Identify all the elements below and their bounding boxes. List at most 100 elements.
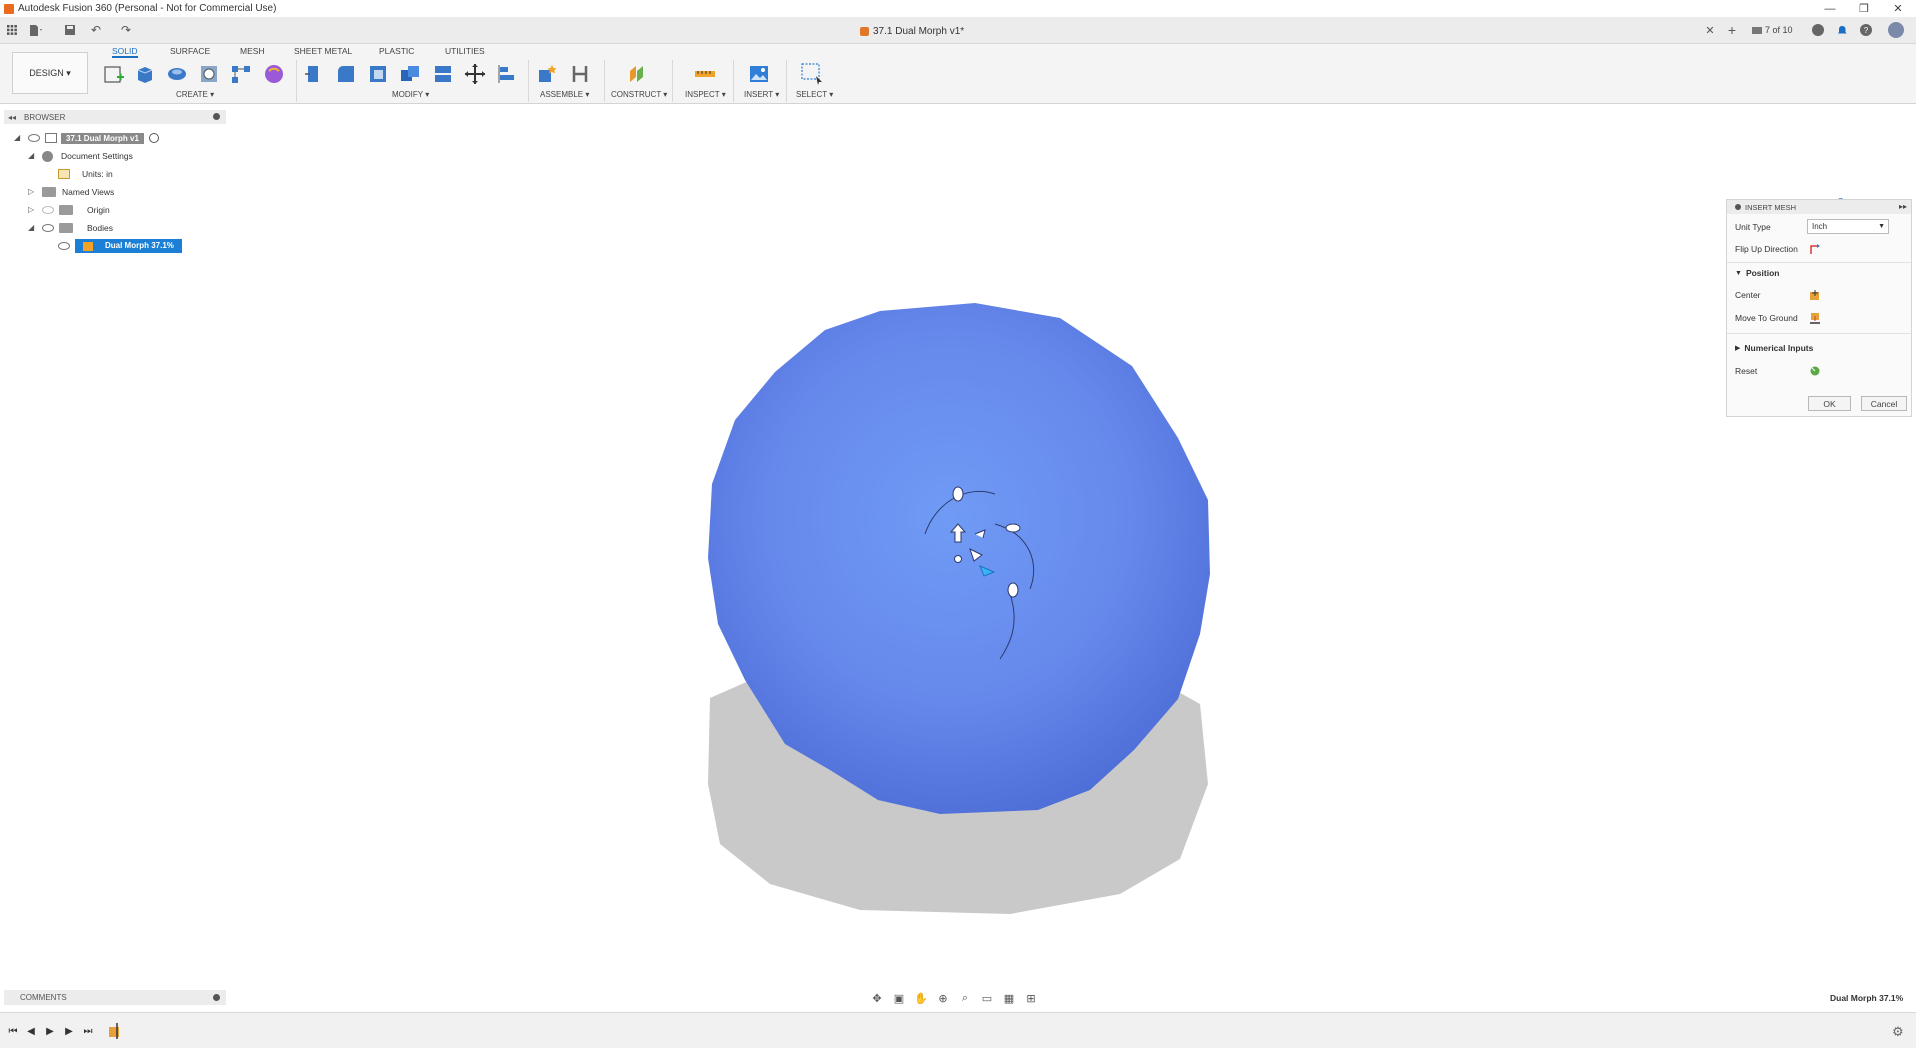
go-to-start-icon[interactable]: ⏮	[6, 1024, 20, 1038]
expand-dialog-icon[interactable]: ▸▸	[1899, 202, 1907, 211]
hole-icon[interactable]	[197, 62, 221, 86]
assemble-group-label[interactable]: ASSEMBLE ▾	[540, 90, 589, 99]
split-body-icon[interactable]	[431, 62, 455, 86]
browser-root-node[interactable]: ◢ 37.1 Dual Morph v1	[14, 131, 159, 145]
save-icon[interactable]	[62, 22, 78, 38]
user-avatar[interactable]	[1888, 22, 1904, 38]
cancel-button[interactable]: Cancel	[1861, 396, 1907, 411]
viewports-icon[interactable]: ⊞	[1022, 991, 1040, 1005]
file-menu-icon[interactable]	[28, 22, 44, 38]
position-section-header[interactable]: ▼ Position	[1735, 266, 1779, 280]
move-copy-icon[interactable]	[463, 62, 487, 86]
minimize-button[interactable]: —	[1812, 0, 1848, 17]
new-component-icon[interactable]	[535, 62, 559, 86]
collapsed-triangle-icon[interactable]: ▷	[28, 188, 36, 196]
new-tab-plus-icon[interactable]: +	[1724, 22, 1740, 38]
restore-button[interactable]: ❐	[1846, 0, 1882, 17]
comments-panel[interactable]: COMMENTS	[4, 990, 226, 1005]
expand-triangle-icon[interactable]: ◢	[14, 134, 22, 142]
browser-bodies[interactable]: ◢ Bodies	[28, 221, 113, 235]
extrude-icon[interactable]	[133, 62, 157, 86]
shell-icon[interactable]	[366, 62, 390, 86]
measure-icon[interactable]	[693, 62, 717, 86]
collapse-browser-icon[interactable]: ◂◂	[8, 113, 16, 122]
browser-units[interactable]: Units: in	[58, 167, 113, 181]
visibility-eye-icon[interactable]	[42, 224, 54, 232]
select-group-label[interactable]: SELECT ▾	[796, 90, 833, 99]
zoom-icon[interactable]: ⊕	[934, 991, 952, 1005]
construct-group-label[interactable]: CONSTRUCT ▾	[611, 90, 667, 99]
document-tab[interactable]: 37.1 Dual Morph v1*	[860, 23, 964, 39]
fillet-icon[interactable]	[334, 62, 358, 86]
workspace-switcher[interactable]: DESIGN ▾	[12, 52, 88, 94]
add-comment-icon[interactable]	[213, 994, 220, 1001]
browser-origin[interactable]: ▷ Origin	[28, 203, 110, 217]
pan-hand-icon[interactable]: ✋	[912, 991, 930, 1005]
go-to-end-icon[interactable]: ⏭	[81, 1024, 95, 1038]
modify-group-label[interactable]: MODIFY ▾	[392, 90, 429, 99]
expand-triangle-icon[interactable]: ◢	[28, 152, 36, 160]
move-to-ground-icon[interactable]	[1809, 312, 1821, 324]
create-group-label[interactable]: CREATE ▾	[176, 90, 214, 99]
ribbon-separator	[733, 60, 734, 102]
tab-utilities[interactable]: UTILITIES	[445, 46, 485, 58]
visibility-eye-icon[interactable]	[28, 134, 40, 142]
browser-document-settings[interactable]: ◢ Document Settings	[28, 149, 133, 163]
unit-type-select[interactable]: Inch ▼	[1807, 219, 1889, 234]
browser-mesh-body[interactable]: Dual Morph 37.1%	[58, 239, 182, 253]
joint-icon[interactable]	[568, 62, 592, 86]
display-settings-icon[interactable]: ▭	[978, 991, 996, 1005]
orbit-icon[interactable]: ✥	[868, 991, 886, 1005]
tab-sheet-metal[interactable]: SHEET METAL	[294, 46, 352, 58]
insert-image-icon[interactable]	[747, 62, 771, 86]
align-icon[interactable]	[495, 62, 519, 86]
combine-icon[interactable]	[398, 62, 422, 86]
browser-header[interactable]: ◂◂ BROWSER	[4, 110, 226, 124]
expand-triangle-icon[interactable]: ◢	[28, 224, 36, 232]
reset-icon[interactable]	[1809, 365, 1821, 377]
flip-up-direction-icon[interactable]	[1809, 243, 1821, 255]
pattern-icon[interactable]	[229, 62, 253, 86]
tab-solid[interactable]: SOLID	[112, 46, 138, 58]
insert-mesh-header[interactable]: INSERT MESH ▸▸	[1727, 200, 1911, 214]
3d-viewport[interactable]: Z X	[0, 104, 1916, 984]
visibility-eye-icon[interactable]	[58, 242, 70, 250]
clock-icon[interactable]	[1810, 22, 1826, 38]
timeline-mesh-feature-icon[interactable]	[108, 1023, 120, 1039]
press-pull-icon[interactable]	[302, 62, 326, 86]
ok-button[interactable]: OK	[1808, 396, 1851, 411]
undo-icon[interactable]: ↶	[88, 22, 104, 38]
look-at-icon[interactable]: ▣	[890, 991, 908, 1005]
play-icon[interactable]: ▶	[43, 1024, 57, 1038]
collapsed-triangle-icon[interactable]: ▷	[28, 206, 36, 214]
selected-body-label[interactable]: Dual Morph 37.1%	[75, 239, 182, 253]
grid-settings-icon[interactable]: ▦	[1000, 991, 1018, 1005]
tab-mesh[interactable]: MESH	[240, 46, 265, 58]
tab-surface[interactable]: SURFACE	[170, 46, 210, 58]
inspect-group-label[interactable]: INSPECT ▾	[685, 90, 726, 99]
step-back-icon[interactable]: ◀	[24, 1024, 38, 1038]
offset-plane-icon[interactable]	[625, 62, 649, 86]
data-panel-grid-icon[interactable]	[4, 22, 20, 38]
close-tab-button[interactable]: ✕	[1703, 22, 1717, 38]
create-sketch-icon[interactable]	[102, 62, 126, 86]
timeline-settings-gear-icon[interactable]: ⚙	[1892, 1024, 1904, 1040]
visibility-eye-icon[interactable]	[42, 206, 54, 214]
insert-group-label[interactable]: INSERT ▾	[744, 90, 779, 99]
close-window-button[interactable]: ✕	[1880, 0, 1916, 17]
zoom-window-icon[interactable]: ⌕	[956, 991, 974, 1005]
center-icon[interactable]	[1809, 289, 1821, 301]
help-icon[interactable]: ?	[1858, 22, 1874, 38]
activate-radio-icon[interactable]	[148, 133, 159, 143]
redo-icon[interactable]: ↷	[118, 22, 134, 38]
notifications-bell-icon[interactable]	[1834, 22, 1850, 38]
create-form-icon[interactable]	[262, 62, 286, 86]
browser-named-views[interactable]: ▷ Named Views	[28, 185, 114, 199]
revolve-icon[interactable]	[165, 62, 189, 86]
numerical-inputs-section[interactable]: ▶ Numerical Inputs	[1735, 341, 1813, 355]
select-window-icon[interactable]	[800, 62, 824, 86]
browser-pin-icon[interactable]	[213, 113, 220, 120]
tab-plastic[interactable]: PLASTIC	[379, 46, 414, 58]
step-forward-icon[interactable]: ▶	[62, 1024, 76, 1038]
job-status[interactable]: 7 of 10	[1752, 22, 1793, 38]
